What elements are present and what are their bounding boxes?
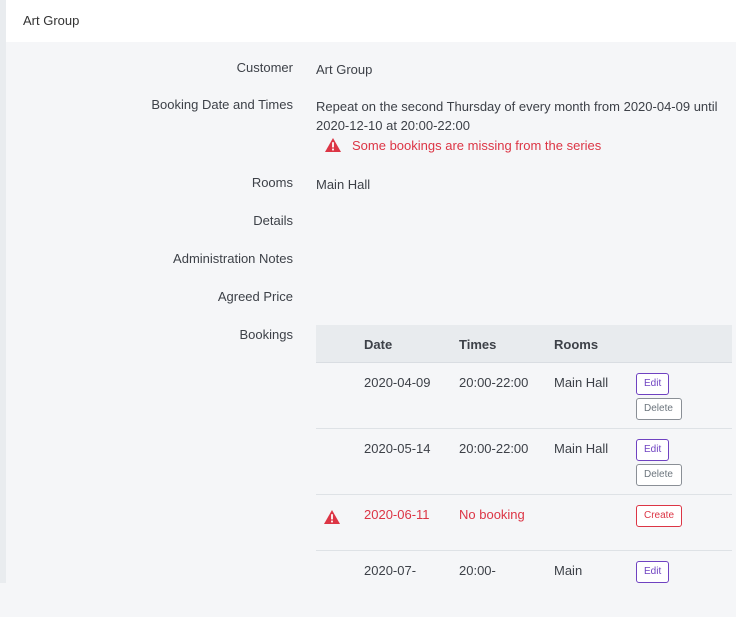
table-header: Date Times Rooms <box>316 325 732 363</box>
bookings-label: Bookings <box>239 327 293 342</box>
row-date: 2020-06-11 <box>364 507 430 522</box>
booking-dates-label: Booking Date and Times <box>151 97 293 112</box>
edit-button[interactable]: Edit <box>636 373 669 395</box>
warning-icon <box>325 138 341 152</box>
booking-dates-value: Repeat on the second Thursday of every m… <box>316 97 718 155</box>
row-rooms: Main <box>554 563 583 578</box>
delete-button[interactable]: Delete <box>636 464 682 486</box>
agreed-price-label: Agreed Price <box>217 289 293 304</box>
admin-notes-label: Administration Notes <box>173 251 293 266</box>
edit-button[interactable]: Edit <box>636 439 669 461</box>
left-border-strip <box>0 0 6 583</box>
header-date: Date <box>364 337 393 352</box>
customer-value: Art Group <box>316 62 373 77</box>
create-button[interactable]: Create <box>636 505 682 527</box>
edit-button[interactable]: Edit <box>636 561 669 583</box>
row-times: 20:00-22:00 <box>459 441 529 456</box>
table-row: 2020-04-09 20:00-22:00 Main Hall Edit De… <box>316 363 732 429</box>
row-actions: Edit <box>636 561 669 583</box>
delete-button[interactable]: Delete <box>636 398 682 420</box>
details-label: Details <box>253 213 293 228</box>
booking-dates-text: Repeat on the second Thursday of every m… <box>316 99 718 133</box>
customer-label: Customer <box>236 60 293 75</box>
table-row-missing: 2020-06-11 No booking Create <box>316 495 732 551</box>
bookings-table: Date Times Rooms 2020-04-09 20:00-22:00 … <box>316 325 732 617</box>
page-header: Art Group <box>6 0 736 42</box>
warning-icon <box>324 510 340 524</box>
row-times: 20:00-22:00 <box>459 375 529 390</box>
row-rooms: Main Hall <box>554 441 609 456</box>
series-warning: Some bookings are missing from the serie… <box>316 136 718 155</box>
row-actions: Edit Delete <box>636 439 682 486</box>
header-rooms: Rooms <box>554 337 599 352</box>
table-row: 2020-05-14 20:00-22:00 Main Hall Edit De… <box>316 429 732 495</box>
row-rooms: Main Hall <box>554 375 609 390</box>
row-times: 20:00- <box>459 563 496 578</box>
row-date: 2020-05-14 <box>364 441 431 456</box>
row-date: 2020-07- <box>364 563 417 578</box>
page-title: Art Group <box>23 13 80 28</box>
table-row: 2020-07- 20:00- Main Edit <box>316 551 732 617</box>
row-actions: Edit Delete <box>636 373 682 420</box>
header-times: Times <box>459 337 497 352</box>
rooms-label: Rooms <box>251 175 293 190</box>
series-warning-text: Some bookings are missing from the serie… <box>352 138 602 153</box>
row-actions: Create <box>636 505 682 527</box>
rooms-value: Main Hall <box>316 177 371 192</box>
row-date: 2020-04-09 <box>364 375 431 390</box>
row-status: No booking <box>459 507 525 522</box>
